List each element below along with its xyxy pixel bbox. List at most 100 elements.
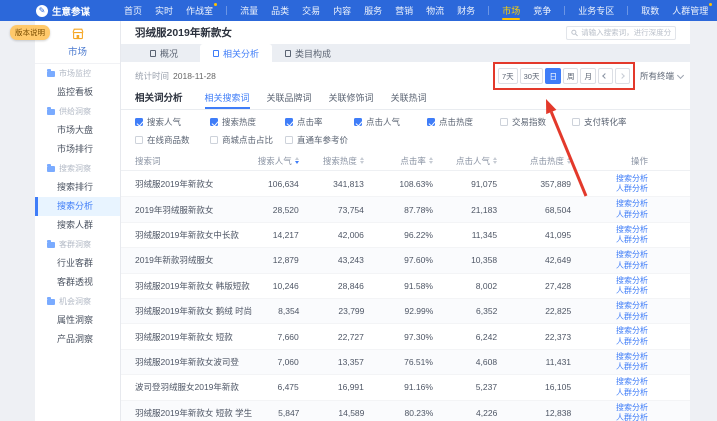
header-search-heat[interactable]: 搜索热度 [299,155,364,167]
search-analysis-link[interactable]: 搜索分析 [616,352,648,362]
sidebar-item-product-insight[interactable]: 产品洞察 [35,330,120,349]
crowd-analysis-link[interactable]: 人群分析 [616,261,648,271]
tab-related-modifier-words[interactable]: 关联修饰词 [329,91,374,109]
prev-period-button[interactable] [598,68,613,84]
checkbox[interactable] [210,118,218,126]
filter-ztc-ref-price[interactable]: 直通车参考价 [285,134,354,146]
sidebar-item-search-analysis[interactable]: 搜索分析 [35,197,120,216]
cell-click-heat: 16,105 [497,382,571,392]
checkbox[interactable] [427,118,435,126]
filter-online-products[interactable]: 在线商品数 [135,134,210,146]
tab-category-composition[interactable]: 类目构成 [272,44,344,62]
header-search-popularity[interactable]: 搜索人气 [251,155,298,167]
crowd-analysis-link[interactable]: 人群分析 [616,337,648,347]
search-input[interactable] [581,28,671,37]
table-body: 羽绒服2019年新款女 106,634 341,813 108.63% 91,0… [121,171,690,421]
sidebar-title: 市场 [35,44,120,58]
brand[interactable]: ✎ 生意参谋 [36,4,90,18]
filter-click-rate[interactable]: 点击率 [285,116,354,128]
brand-logo-icon: ✎ [36,5,48,17]
nav-item-logistics[interactable]: 物流 [426,0,444,21]
nav-item-finance[interactable]: 财务 [457,0,475,21]
range-month-button[interactable]: 月 [580,68,596,84]
nav-item-business-zone[interactable]: 业务专区 [578,0,614,21]
filter-trade-index[interactable]: 交易指数 [500,116,572,128]
nav-divider [564,6,565,15]
top-navbar: ✎ 生意参谋 首页 实时 作战室 流量 品类 交易 内容 服务 营销 物流 财务… [0,0,717,21]
tab-related-search-words[interactable]: 相关搜索词 [205,91,250,109]
filter-mall-click-share[interactable]: 商城点击占比 [210,134,285,146]
header-click-popularity[interactable]: 点击人气 [433,155,497,167]
filter-pay-conversion[interactable]: 支付转化率 [572,116,676,128]
checkbox[interactable] [135,118,143,126]
checkbox[interactable] [500,118,508,126]
nav-item-market[interactable]: 市场 [502,0,520,21]
cell-click-heat: 357,889 [497,179,571,189]
nav-item-trade[interactable]: 交易 [302,0,320,21]
sidebar-item-market-rank[interactable]: 市场排行 [35,140,120,159]
nav-item-marketing[interactable]: 营销 [395,0,413,21]
crowd-analysis-link[interactable]: 人群分析 [616,388,648,398]
sidebar-item-industry-customer[interactable]: 行业客群 [35,254,120,273]
sidebar-item-search-rank[interactable]: 搜索排行 [35,178,120,197]
crowd-analysis-link[interactable]: 人群分析 [616,184,648,194]
nav-item-traffic[interactable]: 流量 [240,0,258,21]
checkbox[interactable] [210,136,218,144]
filter-click-heat[interactable]: 点击热度 [427,116,500,128]
search-analysis-link[interactable]: 搜索分析 [616,250,648,260]
sidebar-item-market-overview[interactable]: 市场大盘 [35,121,120,140]
header-click-heat[interactable]: 点击热度 [497,155,571,167]
crowd-analysis-link[interactable]: 人群分析 [616,210,648,220]
search-analysis-link[interactable]: 搜索分析 [616,326,648,336]
crowd-analysis-link[interactable]: 人群分析 [616,286,648,296]
search-analysis-link[interactable]: 搜索分析 [616,174,648,184]
tab-related-brand-words[interactable]: 关联品牌词 [267,91,312,109]
cell-click-heat: 22,373 [497,332,571,342]
terminal-filter-dropdown[interactable]: 所有终端 [640,70,683,82]
range-7d-button[interactable]: 7天 [498,68,518,84]
tab-related-hot-words[interactable]: 关联热词 [391,91,427,109]
crowd-analysis-link[interactable]: 人群分析 [616,312,648,322]
checkbox[interactable] [285,118,293,126]
filter-click-popularity[interactable]: 点击人气 [354,116,427,128]
nav-item-data-fetch[interactable]: 取数 [641,0,659,21]
checkbox[interactable] [572,118,580,126]
nav-item-warroom[interactable]: 作战室 [186,0,213,21]
crowd-analysis-link[interactable]: 人群分析 [616,413,648,421]
crowd-analysis-link[interactable]: 人群分析 [616,362,648,372]
version-badge[interactable]: 版本说明 [10,25,50,40]
nav-item-compete[interactable]: 竞争 [533,0,551,21]
sidebar-item-search-crowd[interactable]: 搜索人群 [35,216,120,235]
search-analysis-link[interactable]: 搜索分析 [616,403,648,413]
search-analysis-link[interactable]: 搜索分析 [616,225,648,235]
nav-item-home[interactable]: 首页 [124,0,142,21]
search-analysis-link[interactable]: 搜索分析 [616,377,648,387]
tab-overview[interactable]: 概况 [128,44,200,62]
checkbox[interactable] [135,136,143,144]
nav-item-content[interactable]: 内容 [333,0,351,21]
header-click-rate[interactable]: 点击率 [364,155,433,167]
crowd-analysis-link[interactable]: 人群分析 [616,235,648,245]
filter-search-popularity[interactable]: 搜索人气 [135,116,210,128]
nav-item-realtime[interactable]: 实时 [155,0,173,21]
sidebar-item-attribute-insight[interactable]: 属性洞察 [35,311,120,330]
search-analysis-link[interactable]: 搜索分析 [616,199,648,209]
checkbox[interactable] [285,136,293,144]
range-day-button[interactable]: 日 [545,68,561,84]
filter-search-heat[interactable]: 搜索热度 [210,116,285,128]
sidebar-item-customer-view[interactable]: 客群透视 [35,273,120,292]
tab-related-analysis[interactable]: 相关分析 [200,44,272,62]
cell-search-pop: 12,879 [251,255,298,265]
search-analysis-link[interactable]: 搜索分析 [616,276,648,286]
range-week-button[interactable]: 周 [563,68,579,84]
checkbox[interactable] [354,118,362,126]
next-period-button[interactable] [615,68,630,84]
nav-item-crowd-manage[interactable]: 人群管理 [672,0,708,21]
range-30d-button[interactable]: 30天 [520,68,544,84]
nav-item-category[interactable]: 品类 [271,0,289,21]
sidebar-item-monitor-board[interactable]: 监控看板 [35,83,120,102]
keyword-search-box[interactable] [566,26,676,40]
search-analysis-link[interactable]: 搜索分析 [616,301,648,311]
nav-item-service[interactable]: 服务 [364,0,382,21]
new-badge-dot [214,3,217,6]
